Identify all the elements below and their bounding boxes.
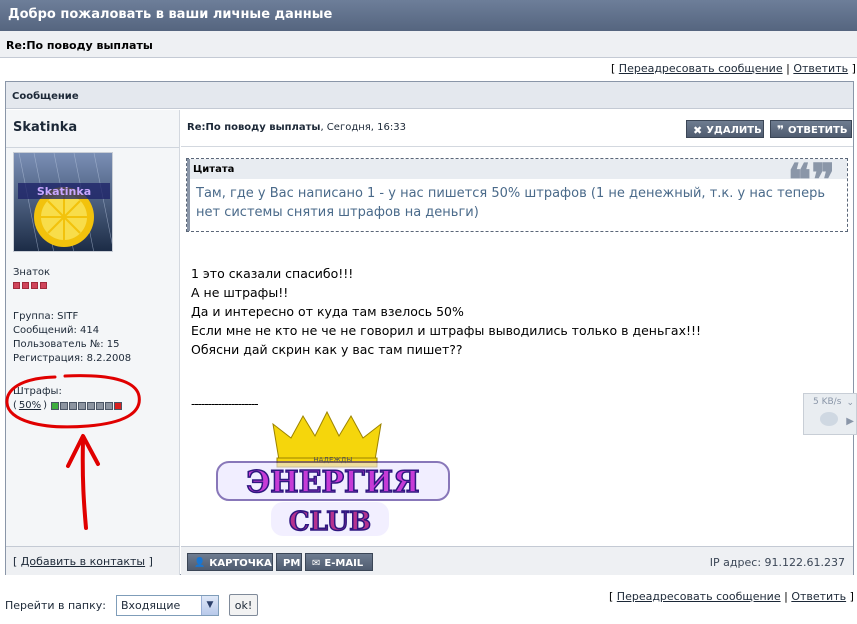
warning-box [87, 401, 96, 410]
author-name[interactable]: Skatinka [13, 120, 77, 135]
close-icon: ✖ [693, 123, 703, 137]
rank-pips [13, 282, 47, 289]
rank-pip [40, 282, 47, 289]
post-column: Re:По поводу выплаты, Сегодня, 16:33 ✖ УД… [181, 110, 853, 546]
warning-box [96, 401, 105, 410]
author-column: Skatinka Skatinka Знаток Группа: SITF Со… [6, 110, 180, 546]
post-line: Обясни дай скрин как у вас там пишет?? [191, 342, 463, 357]
warning-box [60, 401, 69, 410]
post-header: Re:По поводу выплаты, Сегодня, 16:33 ✖ УД… [181, 110, 853, 147]
user-stat: Пользователь №: 15 [13, 339, 120, 350]
signature-image: ЭНЕРГИЯ НАДЕЖДЫ CLUB [211, 402, 456, 544]
avatar: Skatinka [13, 152, 113, 252]
profile-card-button[interactable]: 👤 КАРТОЧКА [187, 553, 273, 571]
post-body: 1 это сказали спасибо!!! А не штрафы!! Да … [191, 264, 701, 359]
download-widget[interactable]: 5 KB/s ⌄ ▶ [803, 393, 857, 435]
top-links: [ Переадресовать сообщение | Ответить ] [611, 62, 856, 75]
warnings-label: Штрафы: [13, 386, 62, 397]
rank-pip [22, 282, 29, 289]
forward-link[interactable]: Переадресовать сообщение [619, 62, 783, 75]
warning-box [78, 401, 87, 410]
divider [6, 147, 179, 148]
rank-pip [31, 282, 38, 289]
warning-meter [51, 401, 123, 410]
delete-button[interactable]: ✖ УДАЛИТЬ [686, 120, 764, 138]
envelope-icon: ✉ [312, 557, 321, 569]
warning-box [114, 401, 123, 410]
post-title: Re:По поводу выплаты, Сегодня, 16:33 [187, 122, 406, 133]
goto-folder-label: Перейти в папку: [5, 599, 106, 612]
quote-icon: ❞ [777, 123, 785, 137]
post-line: Да и интересно от куда там взелось 50% [191, 304, 464, 319]
avatar-label: Skatinka [37, 185, 91, 198]
chevron-down-icon[interactable]: ⌄ [846, 398, 854, 408]
user-stat: Сообщений: 414 [13, 325, 100, 336]
signature-small-text: НАДЕЖДЫ [313, 456, 352, 464]
folder-select[interactable]: Входящие ▼ [116, 595, 219, 616]
pm-button[interactable]: PM [276, 553, 302, 571]
bottom-links: [ Переадресовать сообщение | Ответить ] [609, 590, 854, 603]
quote-label: Цитата [187, 159, 847, 179]
quote-text: Там, где у Вас написано 1 - у нас пишетс… [196, 186, 826, 220]
message-panel: Сообщение Skatinka Skatinka Знаток Групп… [5, 81, 854, 575]
window-title: Добро пожаловать в ваши личные данные [0, 0, 857, 31]
play-icon[interactable]: ▶ [846, 416, 854, 427]
add-contact-bar: [ Добавить в контакты ] [6, 546, 180, 575]
ok-button[interactable]: ok! [229, 594, 258, 616]
user-stat: Группа: SITF [13, 311, 79, 322]
signature-text-1: ЭНЕРГИЯ [246, 465, 419, 500]
post-footer: 👤 КАРТОЧКА PM ✉ E-MAIL IP адрес: 91.122.61… [181, 546, 853, 575]
panel-header: Сообщение [6, 82, 853, 109]
post-line: А не штрафы!! [191, 285, 289, 300]
forward-link-bottom[interactable]: Переадресовать сообщение [617, 590, 781, 603]
email-button[interactable]: ✉ E-MAIL [305, 553, 373, 571]
reply-link[interactable]: Ответить [793, 62, 848, 75]
circle-icon [820, 412, 838, 426]
download-speed: 5 KB/s [813, 397, 842, 407]
quote-block: Цитата ❝❞ Там, где у Вас написано 1 - у … [186, 158, 848, 232]
chevron-down-icon[interactable]: ▼ [201, 596, 218, 615]
ip-address: IP адрес: 91.122.61.237 [709, 556, 845, 569]
warning-box [51, 401, 60, 410]
warnings-percent-link[interactable]: 50% [19, 400, 41, 411]
rank-pip [13, 282, 20, 289]
signature-text-2: CLUB [289, 507, 371, 537]
add-contact-link[interactable]: Добавить в контакты [21, 555, 145, 568]
reply-link-bottom[interactable]: Ответить [791, 590, 846, 603]
warning-box [69, 401, 78, 410]
user-rank: Знаток [13, 267, 51, 278]
warnings-row: (50%) [13, 400, 123, 411]
post-line: 1 это сказали спасибо!!! [191, 266, 354, 281]
user-stats: Группа: SITF Сообщений: 414 Пользователь №… [13, 310, 131, 366]
user-icon: 👤 [194, 558, 206, 568]
quote-bar [187, 159, 190, 231]
topic-title: Re:По поводу выплаты [0, 31, 857, 58]
post-line: Если мне не кто не че не говорил и штраф… [191, 323, 701, 338]
reply-button[interactable]: ❞ ОТВЕТИТЬ [770, 120, 852, 138]
user-stat: Регистрация: 8.2.2008 [13, 353, 132, 364]
warning-box [105, 401, 114, 410]
